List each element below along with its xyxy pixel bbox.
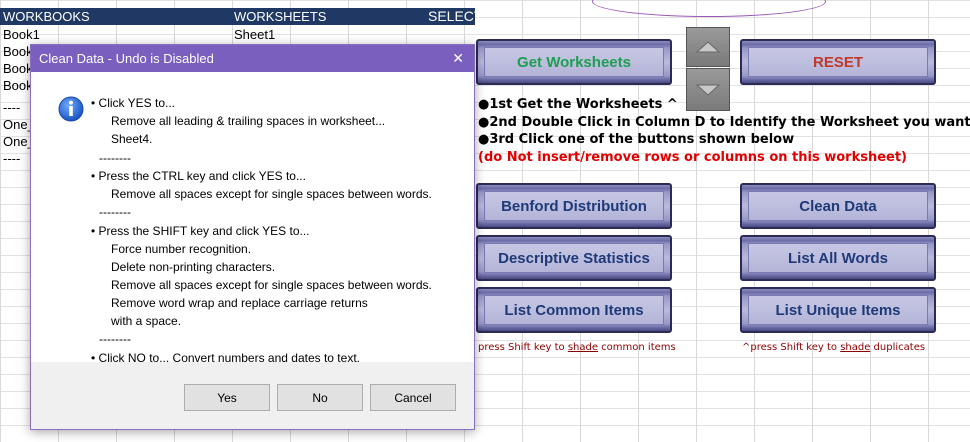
- dialog-text-line: --------: [99, 332, 131, 346]
- dialog-title-bar[interactable]: Clean Data - Undo is Disabled ✕: [31, 45, 474, 72]
- dialog-text-line: • Press the SHIFT key and click YES to..…: [91, 224, 310, 238]
- instruction-step-2: ●2nd Double Click in Column D to Identif…: [478, 115, 970, 130]
- dialog-text-line: Remove word wrap and replace carriage re…: [111, 296, 368, 310]
- triangle-up-icon: [695, 41, 721, 53]
- header-workbooks: WORKBOOKS: [3, 9, 90, 24]
- table-row[interactable]: Book: [3, 43, 33, 60]
- close-icon[interactable]: ✕: [452, 45, 464, 72]
- info-icon: [58, 96, 84, 122]
- dialog-text-line: Sheet4.: [111, 132, 153, 146]
- dialog-body: • Click YES to... Remove all leading & t…: [31, 72, 474, 365]
- common-items-note: press Shift key to shade common items: [478, 342, 676, 353]
- header-worksheets: WORKSHEETS: [234, 9, 327, 24]
- get-worksheets-button[interactable]: Get Worksheets: [476, 39, 672, 85]
- triangle-down-icon: [695, 84, 721, 96]
- dialog-title: Clean Data - Undo is Disabled: [39, 51, 214, 66]
- benford-distribution-button[interactable]: Benford Distribution: [476, 183, 672, 229]
- dialog-text-line: Remove all spaces except for single spac…: [111, 278, 432, 292]
- dialog-text-line: Force number recognition.: [111, 242, 252, 256]
- cancel-button[interactable]: Cancel: [370, 384, 456, 411]
- table-row[interactable]: Book: [3, 60, 33, 77]
- dialog-text-line: Delete non-printing characters.: [111, 260, 276, 274]
- list-common-label: List Common Items: [504, 301, 644, 319]
- no-button[interactable]: No: [277, 384, 363, 411]
- clean-data-button[interactable]: Clean Data: [740, 183, 936, 229]
- table-header: WORKBOOKS WORKSHEETS SELECT: [0, 8, 482, 25]
- warning-text: (do Not insert/remove rows or columns on…: [478, 150, 907, 165]
- instruction-step-1: ●1st Get the Worksheets ^: [478, 97, 678, 112]
- scroll-down-button[interactable]: [686, 68, 730, 111]
- dialog-text-line: Remove all leading & trailing spaces in …: [111, 114, 386, 128]
- list-common-items-button[interactable]: List Common Items: [476, 287, 672, 333]
- list-unique-label: List Unique Items: [775, 301, 901, 319]
- scroll-up-button[interactable]: [686, 27, 730, 67]
- dialog-text-line: • Press the CTRL key and click YES to...: [91, 169, 306, 183]
- yes-button[interactable]: Yes: [184, 384, 270, 411]
- get-worksheets-label: Get Worksheets: [517, 53, 631, 71]
- list-all-words-button[interactable]: List All Words: [740, 235, 936, 281]
- clean-data-dialog: Clean Data - Undo is Disabled ✕ • Click …: [30, 44, 475, 430]
- descriptive-statistics-button[interactable]: Descriptive Statistics: [476, 235, 672, 281]
- reset-button[interactable]: RESET: [740, 39, 936, 85]
- dialog-text-line: • Click YES to...: [91, 96, 176, 110]
- dialog-text-line: Remove all spaces except for single spac…: [111, 187, 432, 201]
- unique-items-note: ^press Shift key to shade duplicates: [742, 342, 926, 353]
- table-row[interactable]: Book: [3, 77, 33, 94]
- table-row[interactable]: ----: [3, 150, 20, 167]
- dialog-text-line: --------: [99, 151, 131, 165]
- clean-data-label: Clean Data: [799, 197, 877, 215]
- list-unique-items-button[interactable]: List Unique Items: [740, 287, 936, 333]
- instruction-step-3: ●3rd Click one of the buttons shown belo…: [478, 132, 795, 147]
- header-select: SELECT: [428, 8, 483, 24]
- benford-label: Benford Distribution: [501, 197, 647, 215]
- table-row[interactable]: ----: [3, 99, 20, 116]
- dialog-text-line: --------: [99, 205, 131, 219]
- dialog-text-line: with a space.: [111, 314, 182, 328]
- table-row[interactable]: Sheet1: [234, 26, 275, 43]
- list-all-words-label: List All Words: [787, 249, 888, 267]
- reset-label: RESET: [812, 53, 863, 71]
- descriptive-label: Descriptive Statistics: [498, 249, 650, 267]
- table-row[interactable]: Book1: [3, 26, 40, 43]
